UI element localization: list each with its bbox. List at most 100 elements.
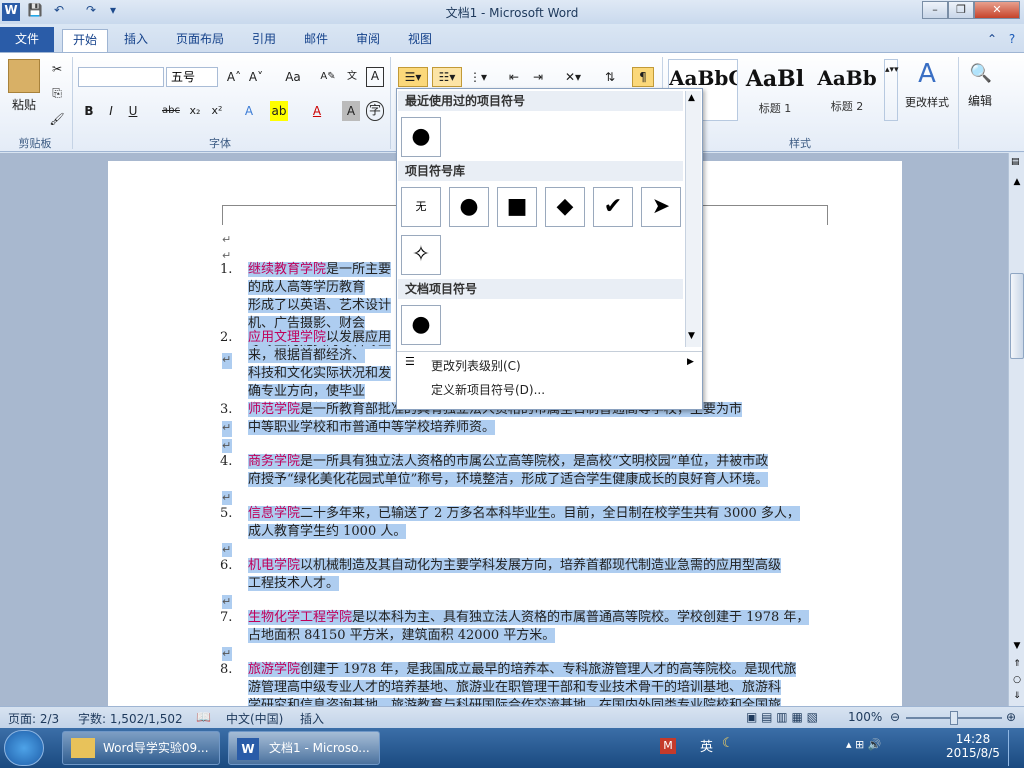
ruler-toggle-icon[interactable]: ▤ bbox=[1011, 157, 1023, 173]
minimize-button[interactable]: – bbox=[922, 1, 948, 19]
taskbar-item-folder[interactable]: Word导学实验09... bbox=[62, 731, 220, 765]
copy-icon[interactable]: ⎘ bbox=[48, 83, 66, 103]
close-button[interactable]: ✕ bbox=[974, 1, 1020, 19]
superscript-button[interactable]: x² bbox=[208, 101, 226, 121]
show-desktop-button[interactable] bbox=[1008, 730, 1022, 766]
zoom-thumb[interactable] bbox=[950, 711, 958, 725]
numbering-button[interactable]: ☷▾ bbox=[432, 67, 462, 87]
asian-layout-icon[interactable]: ✕▾ bbox=[560, 67, 586, 87]
clear-format-icon[interactable]: A✎ bbox=[318, 67, 338, 87]
text-effects-icon[interactable]: A bbox=[240, 101, 258, 121]
bullet-none[interactable]: 无 bbox=[401, 187, 441, 227]
tab-references[interactable]: 引用 bbox=[244, 29, 284, 52]
dropdown-scrollbar[interactable]: ▲ ▼ bbox=[685, 91, 701, 347]
recent-bullet-circle[interactable]: ● bbox=[401, 117, 441, 157]
taskbar-item-word[interactable]: W 文档1 - Microso... bbox=[228, 731, 380, 765]
change-styles-icon[interactable]: A bbox=[910, 59, 944, 89]
tab-home[interactable]: 开始 bbox=[62, 29, 108, 52]
italic-button[interactable]: I bbox=[102, 101, 120, 121]
bullet-star[interactable]: ✧ bbox=[401, 235, 441, 275]
bullets-button[interactable]: ☰▾ bbox=[398, 67, 428, 87]
bullet-square[interactable]: ■ bbox=[497, 187, 537, 227]
cut-icon[interactable]: ✂ bbox=[48, 59, 66, 79]
ime-mode[interactable]: 英 bbox=[700, 736, 713, 755]
zoom-out-icon[interactable]: ⊖ bbox=[890, 710, 900, 724]
find-icon[interactable]: 🔍 bbox=[966, 59, 996, 89]
submenu-arrow-icon: ▶ bbox=[687, 357, 694, 367]
style-heading2[interactable]: AaBb 标题 2 bbox=[812, 59, 882, 121]
language-indicator[interactable]: 中文(中国) bbox=[226, 710, 283, 727]
define-new-bullet-item[interactable]: 定义新项目符号(D)... bbox=[431, 381, 545, 398]
paragraph-text: 来，根据首都经济、 bbox=[248, 348, 366, 363]
highlight-icon[interactable]: ab bbox=[270, 101, 288, 121]
scroll-up-icon[interactable]: ▲ bbox=[1011, 177, 1023, 189]
editing-button[interactable]: 编辑 bbox=[962, 91, 998, 111]
tab-file[interactable]: 文件 bbox=[0, 27, 54, 52]
ime-m-icon[interactable]: M bbox=[660, 738, 676, 754]
tab-mailings[interactable]: 邮件 bbox=[296, 29, 336, 52]
subscript-button[interactable]: x₂ bbox=[186, 101, 204, 121]
vertical-scrollbar[interactable]: ▤ ▲ ▼ ⇑ ○ ⇓ bbox=[1008, 153, 1024, 706]
tab-view[interactable]: 视图 bbox=[400, 29, 440, 52]
zoom-in-icon[interactable]: ⊕ bbox=[1006, 710, 1016, 724]
tab-insert[interactable]: 插入 bbox=[116, 29, 156, 52]
strikethrough-button[interactable]: abc bbox=[158, 101, 184, 121]
list-number: 1. bbox=[220, 261, 233, 279]
sort-icon[interactable]: ⇅ bbox=[600, 67, 620, 87]
font-name-combo[interactable] bbox=[78, 67, 164, 87]
grow-font-button[interactable]: A˄ bbox=[224, 67, 244, 87]
multilevel-list-icon[interactable]: ⋮▾ bbox=[466, 67, 490, 87]
paste-button[interactable]: 粘贴 bbox=[4, 95, 44, 115]
zoom-level[interactable]: 100% bbox=[848, 710, 882, 724]
list-paragraph[interactable]: 7. 生物化学工程学院是以本科为主、具有独立法人资格的市属普通高等院校。学校创建于… bbox=[220, 609, 826, 645]
font-color-icon[interactable]: A bbox=[308, 101, 326, 121]
dropdown-scroll-down-icon[interactable]: ▼ bbox=[688, 331, 695, 341]
restore-button[interactable]: ❐ bbox=[948, 1, 974, 19]
show-marks-icon[interactable]: ¶ bbox=[632, 67, 654, 87]
format-painter-icon[interactable]: 🖌 bbox=[48, 109, 66, 129]
shrink-font-button[interactable]: A˅ bbox=[246, 67, 266, 87]
moon-icon[interactable]: ☾ bbox=[722, 736, 734, 751]
browse-object-icon[interactable]: ○ bbox=[1011, 675, 1023, 687]
list-paragraph[interactable]: 6. 机电学院以机械制造及其自动化为主要学科发展方向，培养首都现代制造业急需的应用… bbox=[220, 557, 826, 593]
char-border-icon[interactable]: A bbox=[366, 67, 384, 87]
scroll-thumb[interactable] bbox=[1010, 273, 1024, 359]
underline-button[interactable]: U bbox=[124, 101, 142, 121]
enclose-char-icon[interactable]: 字 bbox=[366, 101, 384, 121]
dropdown-scroll-up-icon[interactable]: ▲ bbox=[688, 93, 695, 103]
list-paragraph[interactable]: 5. 信息学院二十多年来，已输送了 2 万多名本科毕业生。目前，全日制在校学生共有… bbox=[220, 505, 826, 541]
tab-page-layout[interactable]: 页面布局 bbox=[170, 29, 230, 52]
prev-page-icon[interactable]: ⇑ bbox=[1011, 659, 1023, 671]
tab-review[interactable]: 审阅 bbox=[348, 29, 388, 52]
paste-icon[interactable] bbox=[8, 59, 40, 93]
style-heading1[interactable]: AaBl 标题 1 bbox=[740, 59, 810, 121]
proofing-icon[interactable]: 📖 bbox=[196, 710, 211, 724]
next-page-icon[interactable]: ⇓ bbox=[1011, 691, 1023, 703]
bullet-circle[interactable]: ● bbox=[449, 187, 489, 227]
change-styles-button[interactable]: 更改样式 bbox=[902, 93, 952, 113]
decrease-indent-icon[interactable]: ⇤ bbox=[504, 67, 524, 87]
scroll-down-icon[interactable]: ▼ bbox=[1011, 641, 1023, 653]
bullet-diamond[interactable]: ◆ bbox=[545, 187, 585, 227]
start-button[interactable] bbox=[4, 730, 44, 766]
clock[interactable]: 14:28 2015/8/5 bbox=[946, 732, 1000, 760]
char-shading-icon[interactable]: A bbox=[342, 101, 360, 121]
styles-scroll-icon[interactable]: ▴▾▾ bbox=[884, 59, 899, 121]
change-case-button[interactable]: Aa bbox=[280, 67, 306, 87]
bullet-check[interactable]: ✔ bbox=[593, 187, 633, 227]
change-list-level-item[interactable]: 更改列表级别(C) bbox=[431, 357, 521, 374]
document-bullet-circle[interactable]: ● bbox=[401, 305, 441, 345]
bullet-arrow[interactable]: ➤ bbox=[641, 187, 681, 227]
minimize-ribbon-icon[interactable]: ⌃ bbox=[984, 29, 1000, 52]
view-buttons-icon[interactable]: ▣ ▤ ▥ ▦ ▧ bbox=[746, 710, 818, 724]
tray-icons[interactable]: ▴ ⊞ 🔊 bbox=[846, 738, 881, 751]
list-paragraph[interactable]: 4. 商务学院是一所具有独立法人资格的市属公立高等院校，是高校“文明校园”单位，并… bbox=[220, 453, 826, 489]
increase-indent-icon[interactable]: ⇥ bbox=[528, 67, 548, 87]
font-size-combo[interactable]: 五号 bbox=[166, 67, 218, 87]
phonetic-guide-icon[interactable]: 文 bbox=[342, 67, 362, 87]
help-icon[interactable]: ? bbox=[1004, 29, 1020, 52]
word-count[interactable]: 字数: 1,502/1,502 bbox=[78, 710, 183, 727]
bold-button[interactable]: B bbox=[80, 101, 98, 121]
page-count[interactable]: 页面: 2/3 bbox=[8, 710, 59, 727]
insert-mode[interactable]: 插入 bbox=[300, 710, 324, 727]
